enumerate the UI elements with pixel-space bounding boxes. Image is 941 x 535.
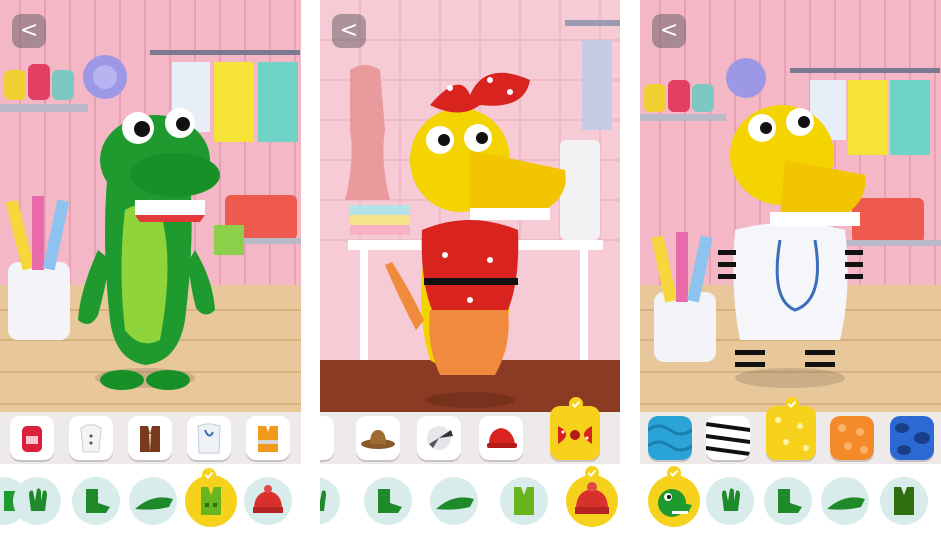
lab-coat-icon bbox=[197, 423, 221, 454]
selected-check-icon bbox=[667, 466, 681, 480]
dino-foot-icon bbox=[86, 489, 110, 513]
item-tray bbox=[0, 412, 301, 464]
beanie-hat-icon bbox=[575, 482, 609, 514]
beanie-hat-icon bbox=[253, 485, 283, 513]
dino-tail-icon bbox=[436, 497, 474, 510]
white-shirt-icon bbox=[80, 424, 102, 453]
dino-head-icon bbox=[658, 489, 692, 517]
cowboy-hat-icon bbox=[361, 430, 395, 449]
item-tile-orange-vest[interactable] bbox=[246, 416, 290, 460]
category-arms[interactable] bbox=[13, 477, 61, 525]
category-bar bbox=[640, 464, 941, 535]
item-tile-brown-vest[interactable] bbox=[128, 416, 172, 460]
screen-3: < bbox=[640, 0, 941, 535]
blue-spot-pattern-icon bbox=[890, 416, 934, 460]
back-button[interactable]: < bbox=[12, 14, 46, 48]
category-feet[interactable] bbox=[364, 477, 412, 525]
category-hat[interactable] bbox=[244, 477, 292, 525]
item-tile-blue-spot-pattern[interactable] bbox=[890, 416, 934, 460]
category-tail[interactable] bbox=[821, 477, 869, 525]
category-tail[interactable] bbox=[129, 477, 177, 525]
item-tile-yellow-star-pattern[interactable] bbox=[766, 406, 816, 460]
dino-tail-icon bbox=[135, 497, 173, 510]
category-tail[interactable] bbox=[430, 477, 478, 525]
blue-scale-pattern-icon bbox=[648, 416, 692, 460]
vest-icon bbox=[201, 487, 221, 515]
item-tile-blue-pattern[interactable] bbox=[648, 416, 692, 460]
item-tile-zebra-pattern[interactable] bbox=[706, 416, 750, 460]
screen-2: < bbox=[320, 0, 620, 535]
back-arrow-icon: < bbox=[659, 18, 679, 43]
item-tile-backpack[interactable] bbox=[10, 416, 54, 460]
dino-arm-icon bbox=[320, 490, 326, 511]
item-tile-white-shirt[interactable] bbox=[69, 416, 113, 460]
back-arrow-icon: < bbox=[339, 18, 359, 43]
item-tile-orange-heart-pattern[interactable] bbox=[830, 416, 874, 460]
dino-arm-icon bbox=[29, 488, 47, 511]
back-button[interactable]: < bbox=[652, 14, 686, 48]
dino-foot-icon bbox=[378, 489, 402, 513]
category-feet[interactable] bbox=[72, 477, 120, 525]
category-feet[interactable] bbox=[764, 477, 812, 525]
dino-arm-icon bbox=[722, 488, 740, 511]
category-bar bbox=[0, 464, 301, 535]
item-tile-partial[interactable] bbox=[320, 416, 334, 460]
category-vest[interactable] bbox=[500, 477, 548, 525]
selected-check-icon bbox=[585, 466, 599, 480]
category-arms[interactable] bbox=[706, 477, 754, 525]
selected-check-icon bbox=[569, 397, 583, 411]
yellow-star-pattern-icon bbox=[766, 406, 816, 460]
screen-1: < bbox=[0, 0, 301, 535]
category-hat[interactable] bbox=[566, 475, 618, 527]
category-skin[interactable] bbox=[648, 475, 700, 527]
dino-foot-icon bbox=[778, 489, 802, 513]
brown-vest-icon bbox=[140, 426, 160, 452]
vest-icon bbox=[514, 487, 534, 515]
backpack-icon bbox=[22, 426, 42, 452]
selected-check-icon bbox=[202, 468, 216, 482]
zebra-pattern-icon bbox=[706, 416, 750, 460]
item-tile-cap[interactable] bbox=[417, 416, 461, 460]
item-tile-cowboy-hat[interactable] bbox=[356, 416, 400, 460]
item-tile-red-helmet[interactable] bbox=[479, 416, 523, 460]
item-tile-polka-bow[interactable] bbox=[550, 406, 600, 460]
back-button[interactable]: < bbox=[332, 14, 366, 48]
orange-vest-icon bbox=[258, 426, 278, 452]
item-tray bbox=[320, 397, 620, 464]
category-vest[interactable] bbox=[880, 477, 928, 525]
category-bar bbox=[320, 464, 620, 535]
item-tray bbox=[640, 397, 941, 464]
item-tile-lab-coat[interactable] bbox=[187, 416, 231, 460]
polka-bow-icon bbox=[558, 426, 592, 444]
category-vest[interactable] bbox=[185, 475, 237, 527]
firefighter-helmet-icon bbox=[487, 428, 517, 448]
orange-heart-pattern-icon bbox=[830, 416, 874, 460]
vest-icon bbox=[894, 487, 914, 515]
dino-tail-icon bbox=[827, 497, 865, 510]
category-arms[interactable] bbox=[320, 477, 340, 525]
selected-check-icon bbox=[785, 397, 799, 411]
back-arrow-icon: < bbox=[19, 18, 39, 43]
cap-icon bbox=[427, 426, 453, 450]
